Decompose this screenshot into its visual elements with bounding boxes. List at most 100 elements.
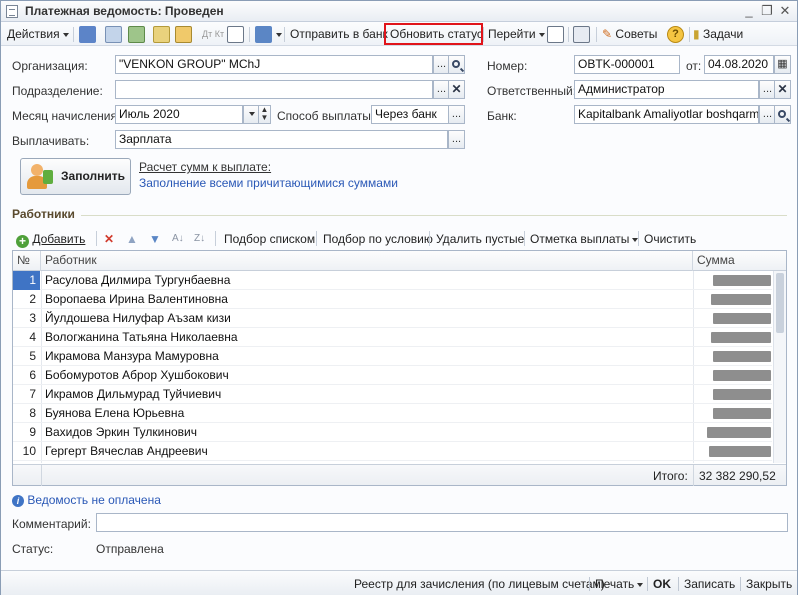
- refresh-document-icon[interactable]: [153, 26, 170, 43]
- number-field[interactable]: OBTK-000001: [574, 55, 680, 74]
- worker-name[interactable]: Икрамов Дильмурад Туйчиевич: [45, 385, 221, 404]
- subdivision-clear-button[interactable]: ✕: [448, 80, 465, 99]
- clear-icon: ✕: [777, 82, 788, 96]
- row-number: 9: [29, 425, 36, 439]
- registry-button[interactable]: Реестр для зачисления (по лицевым счетам…: [354, 577, 605, 591]
- table-row[interactable]: 10 Гергерт Вячеслав Андреевич: [13, 442, 772, 461]
- copy-document-icon[interactable]: [128, 26, 145, 43]
- row-number: 1: [13, 271, 40, 290]
- report-icon[interactable]: [547, 26, 564, 43]
- method-field[interactable]: Через банк: [371, 105, 449, 124]
- calendar-icon[interactable]: ▦: [774, 55, 791, 74]
- tasks-label: Задачи: [702, 27, 744, 41]
- people-icon: [27, 164, 53, 190]
- actions-menu[interactable]: Действия: [7, 26, 69, 43]
- tips-button[interactable]: ✎ Советы: [602, 26, 657, 43]
- delete-empty-button[interactable]: Удалить пустые: [436, 231, 524, 247]
- redacted-sum: [709, 446, 771, 457]
- table-scrollbar[interactable]: [773, 271, 786, 463]
- fill-button[interactable]: Заполнить: [20, 158, 131, 195]
- payment-statement-window: Платежная ведомость: Проведен _ ❐ ✕ Дейс…: [0, 0, 798, 595]
- table-row[interactable]: 4 Вологжанина Татьяна Николаевна: [13, 328, 772, 347]
- tasks-icon: ▮: [693, 27, 700, 41]
- payment-mark-menu[interactable]: Отметка выплаты: [530, 231, 639, 247]
- bank-field[interactable]: Kapitalbank Amaliyotlar boshqarmasi: [574, 105, 759, 124]
- table-row[interactable]: 5 Икрамова Манзура Мамуровна: [13, 347, 772, 366]
- col-sum-header[interactable]: Сумма: [693, 251, 773, 271]
- goto-menu[interactable]: Перейти: [488, 26, 545, 43]
- send-to-bank-button[interactable]: Отправить в банк: [290, 26, 388, 43]
- pick-list-button[interactable]: Подбор списком: [224, 231, 315, 247]
- worker-name[interactable]: Бобомуротов Аброр Хушбокович: [45, 366, 229, 385]
- add-icon: +: [16, 235, 29, 248]
- table-row[interactable]: 9 Вахидов Эркин Тулкинович: [13, 423, 772, 442]
- forward-icon[interactable]: [255, 26, 272, 43]
- responsible-label: Ответственный:: [487, 84, 577, 98]
- method-select-button[interactable]: ...: [448, 105, 465, 124]
- month-label: Месяц начисления:: [12, 109, 121, 123]
- fill-mode-link[interactable]: Заполнение всеми причитающимися суммами: [139, 176, 398, 190]
- row-number: 5: [29, 349, 36, 363]
- restore-icon[interactable]: ❐: [759, 3, 775, 19]
- bank-open-button[interactable]: [774, 105, 791, 124]
- org-open-button[interactable]: [448, 55, 465, 74]
- redacted-sum: [713, 370, 771, 381]
- responsible-clear-button[interactable]: ✕: [774, 80, 791, 99]
- table-row[interactable]: 1 Расулова Дилмира Тургунбаевна: [13, 271, 772, 290]
- move-down-icon[interactable]: ▼: [149, 231, 161, 247]
- comment-label: Комментарий:: [12, 517, 91, 531]
- number-label: Номер:: [487, 59, 528, 73]
- save-button[interactable]: Записать: [684, 577, 735, 591]
- move-up-icon[interactable]: ▲: [126, 231, 138, 247]
- col-num-header[interactable]: №: [13, 251, 41, 271]
- worker-name[interactable]: Вахидов Эркин Тулкинович: [45, 423, 197, 442]
- print-menu[interactable]: Печать: [595, 577, 644, 591]
- post-document-icon[interactable]: [79, 26, 96, 43]
- add-row-button[interactable]: + Добавить: [16, 231, 85, 248]
- sort-descending-icon[interactable]: Z↓: [194, 231, 205, 247]
- table-row[interactable]: 8 Буянова Елена Юрьевна: [13, 404, 772, 423]
- table-row[interactable]: 7 Икрамов Дильмурад Туйчиевич: [13, 385, 772, 404]
- close-icon[interactable]: ✕: [777, 3, 793, 19]
- dt-kt-icon[interactable]: Дт Кт: [202, 26, 224, 43]
- row-number: 8: [29, 406, 36, 420]
- responsible-field[interactable]: Администратор: [574, 80, 759, 99]
- comment-field[interactable]: [96, 513, 788, 532]
- worker-name[interactable]: Расулова Дилмира Тургунбаевна: [45, 271, 230, 290]
- worker-name[interactable]: Воропаева Ирина Валентиновна: [45, 290, 228, 309]
- clear-table-button[interactable]: Очистить: [644, 231, 696, 247]
- minimize-icon[interactable]: _: [741, 3, 757, 19]
- table-row[interactable]: 6 Бобомуротов Аброр Хушбокович: [13, 366, 772, 385]
- list-icon[interactable]: [227, 26, 244, 43]
- row-number: 2: [29, 292, 36, 306]
- col-worker-header[interactable]: Работник: [41, 251, 693, 271]
- org-field[interactable]: "VENKON GROUP" MChJ: [115, 55, 433, 74]
- month-field[interactable]: Июль 2020: [115, 105, 243, 124]
- worker-name[interactable]: Икрамова Манзура Мамуровна: [45, 347, 219, 366]
- sort-ascending-icon[interactable]: A↓: [172, 231, 184, 247]
- date-field[interactable]: 04.08.2020: [704, 55, 774, 74]
- help-icon[interactable]: ?: [667, 26, 684, 43]
- pay-field[interactable]: Зарплата: [115, 130, 448, 149]
- subdivision-field[interactable]: [115, 80, 433, 99]
- total-value: 32 382 290,52: [699, 469, 776, 483]
- save-document-icon[interactable]: [105, 26, 122, 43]
- month-stepper[interactable]: ▲ ▼: [258, 105, 271, 124]
- calc-sums-link[interactable]: Расчет сумм к выплате:: [139, 160, 271, 174]
- table-icon[interactable]: [573, 26, 590, 43]
- worker-name[interactable]: Гергерт Вячеслав Андреевич: [45, 442, 208, 461]
- ok-button[interactable]: OK: [653, 577, 671, 591]
- fill-button-label: Заполнить: [61, 169, 125, 183]
- table-row[interactable]: 3 Йулдошева Нилуфар Аъзам кизи: [13, 309, 772, 328]
- close-button[interactable]: Закрыть: [746, 577, 792, 591]
- table-row[interactable]: 2 Воропаева Ирина Валентиновна: [13, 290, 772, 309]
- pay-select-button[interactable]: ...: [448, 130, 465, 149]
- tasks-button[interactable]: ▮ Задачи: [693, 26, 743, 43]
- worker-name[interactable]: Вологжанина Татьяна Николаевна: [45, 328, 238, 347]
- delete-row-icon[interactable]: ✕: [104, 231, 114, 247]
- worker-name[interactable]: Йулдошева Нилуфар Аъзам кизи: [45, 309, 231, 328]
- edit-document-icon[interactable]: [175, 26, 192, 43]
- payment-status-link[interactable]: i Ведомость не оплачена: [12, 493, 161, 507]
- worker-name[interactable]: Буянова Елена Юрьевна: [45, 404, 184, 423]
- pick-condition-button[interactable]: Подбор по условию: [323, 231, 433, 247]
